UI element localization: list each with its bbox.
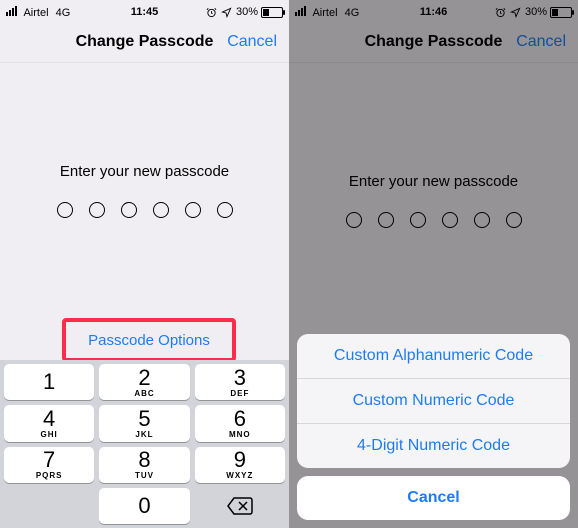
- key-3[interactable]: 3DEF: [195, 364, 285, 400]
- action-sheet-options: Custom Alphanumeric Code Custom Numeric …: [297, 334, 570, 468]
- highlight-passcode-options: Passcode Options: [62, 318, 236, 362]
- backspace-key[interactable]: [195, 488, 285, 524]
- key-0[interactable]: 0: [99, 488, 189, 524]
- key-6[interactable]: 6MNO: [195, 405, 285, 441]
- option-custom-alphanumeric[interactable]: Custom Alphanumeric Code: [297, 334, 570, 378]
- prompt-text: Enter your new passcode: [0, 163, 289, 180]
- status-bar: Airtel 4G 11:45 30%: [0, 0, 289, 22]
- passcode-dot: [57, 202, 73, 218]
- screen-passcode-options: Airtel 4G 11:46 30% Change Passcode Canc…: [289, 0, 578, 528]
- passcode-dot: [121, 202, 137, 218]
- page-title: Change Passcode: [76, 33, 214, 51]
- key-blank: [4, 488, 94, 524]
- passcode-dot: [185, 202, 201, 218]
- passcode-options-button[interactable]: Passcode Options: [88, 332, 210, 349]
- option-4digit-numeric[interactable]: 4-Digit Numeric Code: [297, 423, 570, 468]
- numeric-keypad: 1 2ABC 3DEF 4GHI 5JKL 6MNO 7PQRS 8TUV 9W…: [0, 360, 289, 528]
- key-9[interactable]: 9WXYZ: [195, 447, 285, 483]
- key-4[interactable]: 4GHI: [4, 405, 94, 441]
- key-8[interactable]: 8TUV: [99, 447, 189, 483]
- passcode-dots: [0, 202, 289, 218]
- cancel-button[interactable]: Cancel: [227, 33, 277, 51]
- passcode-dot: [217, 202, 233, 218]
- action-sheet: Custom Alphanumeric Code Custom Numeric …: [297, 334, 570, 520]
- option-custom-numeric[interactable]: Custom Numeric Code: [297, 378, 570, 423]
- key-1[interactable]: 1: [4, 364, 94, 400]
- action-sheet-cancel[interactable]: Cancel: [297, 476, 570, 520]
- backspace-icon: [226, 496, 254, 516]
- screen-passcode-entry: Airtel 4G 11:45 30% Change Passcode Canc…: [0, 0, 289, 528]
- key-5[interactable]: 5JKL: [99, 405, 189, 441]
- passcode-dot: [89, 202, 105, 218]
- key-7[interactable]: 7PQRS: [4, 447, 94, 483]
- clock: 11:45: [0, 6, 289, 18]
- key-2[interactable]: 2ABC: [99, 364, 189, 400]
- passcode-dot: [153, 202, 169, 218]
- nav-bar: Change Passcode Cancel: [0, 22, 289, 63]
